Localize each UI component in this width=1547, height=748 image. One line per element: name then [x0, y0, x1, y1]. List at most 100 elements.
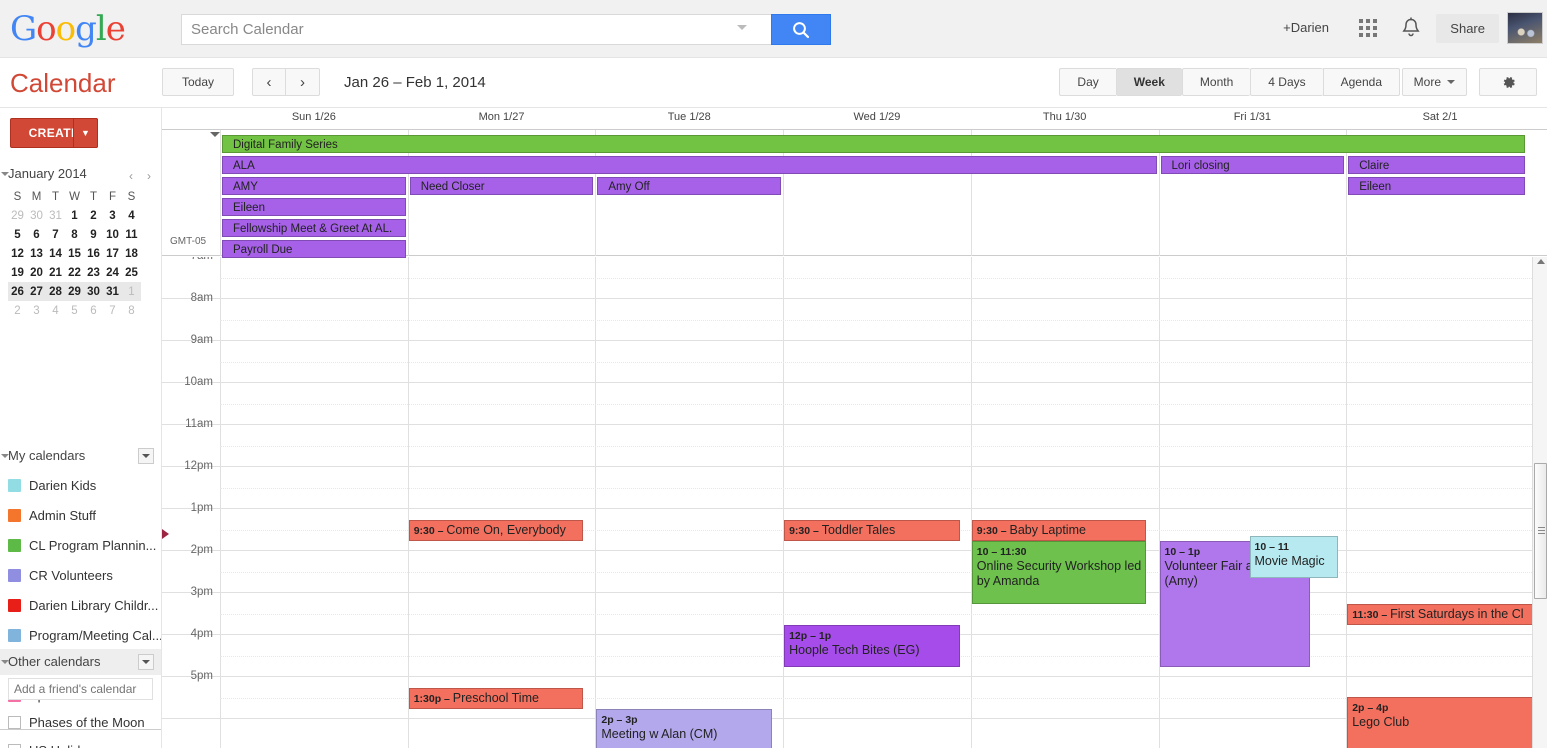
mini-day-cell[interactable]: 31 — [46, 206, 65, 225]
all-day-event[interactable]: Amy Off — [597, 177, 782, 195]
settings-gear-button[interactable] — [1479, 68, 1537, 96]
mini-calendar-prev-button[interactable]: ‹ — [124, 165, 138, 187]
all-day-event[interactable]: Lori closing — [1160, 156, 1345, 174]
mini-day-cell[interactable]: 5 — [65, 301, 84, 320]
day-header[interactable]: Thu 1/30 — [971, 111, 1159, 123]
mini-day-cell[interactable]: 17 — [103, 244, 122, 263]
all-day-event[interactable]: Payroll Due — [222, 240, 406, 258]
view-button-month[interactable]: Month — [1181, 68, 1251, 96]
mini-day-cell[interactable]: 9 — [84, 225, 103, 244]
other-calendars-header[interactable]: Other calendars — [0, 649, 161, 675]
all-day-event[interactable]: ALA — [222, 156, 1157, 174]
mini-day-cell[interactable]: 29 — [65, 282, 84, 301]
add-friend-calendar-input[interactable] — [8, 678, 153, 700]
mini-day-cell[interactable]: 7 — [103, 301, 122, 320]
mini-day-cell[interactable]: 6 — [27, 225, 46, 244]
vertical-scrollbar[interactable] — [1532, 257, 1547, 748]
mini-day-cell[interactable]: 15 — [65, 244, 84, 263]
mini-day-cell[interactable]: 24 — [103, 263, 122, 282]
scrollbar-thumb[interactable] — [1534, 463, 1547, 599]
mini-day-cell[interactable]: 13 — [27, 244, 46, 263]
mini-day-cell[interactable]: 6 — [84, 301, 103, 320]
mini-day-cell[interactable]: 10 — [103, 225, 122, 244]
mini-day-cell[interactable]: 2 — [84, 206, 103, 225]
my-calendars-header[interactable]: My calendars — [0, 443, 161, 469]
mini-day-cell[interactable]: 3 — [27, 301, 46, 320]
mini-day-cell[interactable]: 8 — [122, 301, 141, 320]
mini-day-cell[interactable]: 11 — [122, 225, 141, 244]
mini-day-cell[interactable]: 30 — [84, 282, 103, 301]
calendar-list-item[interactable]: Admin Stuff — [0, 500, 161, 530]
mini-day-cell[interactable]: 7 — [46, 225, 65, 244]
calendar-color-swatch[interactable] — [8, 628, 21, 642]
calendar-list-item[interactable]: CL Program Plannin... — [0, 530, 161, 560]
other-calendar-item[interactable]: Phases of the Moon — [0, 708, 161, 736]
mini-day-cell[interactable]: 12 — [8, 244, 27, 263]
mini-day-cell[interactable]: 30 — [27, 206, 46, 225]
calendar-color-swatch[interactable] — [8, 568, 21, 582]
mini-day-cell[interactable]: 29 — [8, 206, 27, 225]
calendar-event[interactable]: 10 – 11 Movie Magic — [1249, 536, 1338, 578]
calendar-list-item[interactable]: CR Volunteers — [0, 560, 161, 590]
mini-day-cell[interactable]: 26 — [8, 282, 27, 301]
mini-day-cell[interactable]: 25 — [122, 263, 141, 282]
mini-day-cell[interactable]: 4 — [122, 206, 141, 225]
next-week-button[interactable]: › — [286, 68, 320, 96]
day-header[interactable]: Fri 1/31 — [1159, 111, 1347, 123]
mini-day-cell[interactable]: 20 — [27, 263, 46, 282]
view-button-day[interactable]: Day — [1059, 68, 1116, 96]
other-calendars-options-button[interactable] — [138, 654, 154, 670]
all-day-event[interactable]: Digital Family Series — [222, 135, 1525, 153]
mini-day-cell[interactable]: 8 — [65, 225, 84, 244]
calendar-event[interactable]: 9:30 – Baby Laptime — [971, 520, 1146, 541]
calendar-list-item[interactable]: Darien Kids — [0, 470, 161, 500]
mini-day-cell[interactable]: 5 — [8, 225, 27, 244]
calendar-event[interactable]: 11:30 – First Saturdays in the Cl — [1347, 604, 1538, 625]
mini-day-cell[interactable]: 28 — [46, 282, 65, 301]
calendar-event[interactable]: 9:30 – Toddler Tales — [784, 520, 961, 541]
google-logo[interactable]: Google — [10, 10, 126, 48]
mini-day-cell[interactable]: 3 — [103, 206, 122, 225]
all-day-event[interactable]: Eileen — [1348, 177, 1525, 195]
mini-day-cell[interactable]: 4 — [46, 301, 65, 320]
day-header[interactable]: Sat 2/1 — [1346, 111, 1534, 123]
calendar-checkbox[interactable] — [8, 715, 21, 729]
mini-day-cell[interactable]: 19 — [8, 263, 27, 282]
search-button[interactable] — [771, 14, 831, 45]
mini-day-cell[interactable]: 23 — [84, 263, 103, 282]
calendar-event[interactable]: 9:30 – Come On, Everybody — [408, 520, 583, 541]
calendar-checkbox[interactable] — [8, 743, 21, 748]
day-header[interactable]: Sun 1/26 — [220, 111, 408, 123]
calendar-list-item[interactable]: Darien Library Childr... — [0, 590, 161, 620]
day-header[interactable]: Mon 1/27 — [408, 111, 596, 123]
day-header[interactable]: Tue 1/28 — [595, 111, 783, 123]
view-button-week[interactable]: Week — [1115, 68, 1182, 96]
view-button-4-days[interactable]: 4 Days — [1250, 68, 1323, 96]
mini-day-cell[interactable]: 18 — [122, 244, 141, 263]
day-header[interactable]: Wed 1/29 — [783, 111, 971, 123]
all-day-event[interactable]: Eileen — [222, 198, 406, 216]
mini-day-cell[interactable]: 22 — [65, 263, 84, 282]
search-options-chevron-down-icon[interactable] — [737, 25, 747, 30]
apps-grid-icon[interactable] — [1359, 19, 1379, 39]
today-button[interactable]: Today — [162, 68, 234, 96]
calendar-event[interactable]: 1:30p – Preschool Time — [408, 688, 583, 709]
calendar-color-swatch[interactable] — [8, 508, 21, 522]
calendar-event[interactable]: 2p – 3p Meeting w Alan (CM) — [596, 709, 773, 748]
google-plus-profile-link[interactable]: +Darien — [1283, 20, 1329, 35]
calendar-event[interactable]: 10 – 11:30 Online Security Workshop led b… — [971, 541, 1146, 604]
all-day-event[interactable]: Need Closer — [409, 177, 594, 195]
view-button-agenda[interactable]: Agenda — [1322, 68, 1400, 96]
create-dropdown-arrow-icon[interactable]: ▼ — [73, 118, 98, 148]
my-calendars-options-button[interactable] — [138, 448, 154, 464]
scroll-up-arrow-icon[interactable] — [1537, 259, 1545, 264]
mini-day-cell[interactable]: 2 — [8, 301, 27, 320]
notification-bell-icon[interactable] — [1400, 16, 1422, 43]
search-input[interactable] — [181, 14, 771, 45]
all-day-event[interactable]: Fellowship Meet & Greet At AL. — [222, 219, 406, 237]
previous-week-button[interactable]: ‹ — [252, 68, 286, 96]
mini-day-cell[interactable]: 1 — [65, 206, 84, 225]
calendar-color-swatch[interactable] — [8, 538, 21, 552]
calendar-event[interactable]: 12p – 1p Hoople Tech Bites (EG) — [784, 625, 961, 667]
calendar-color-swatch[interactable] — [8, 598, 21, 612]
